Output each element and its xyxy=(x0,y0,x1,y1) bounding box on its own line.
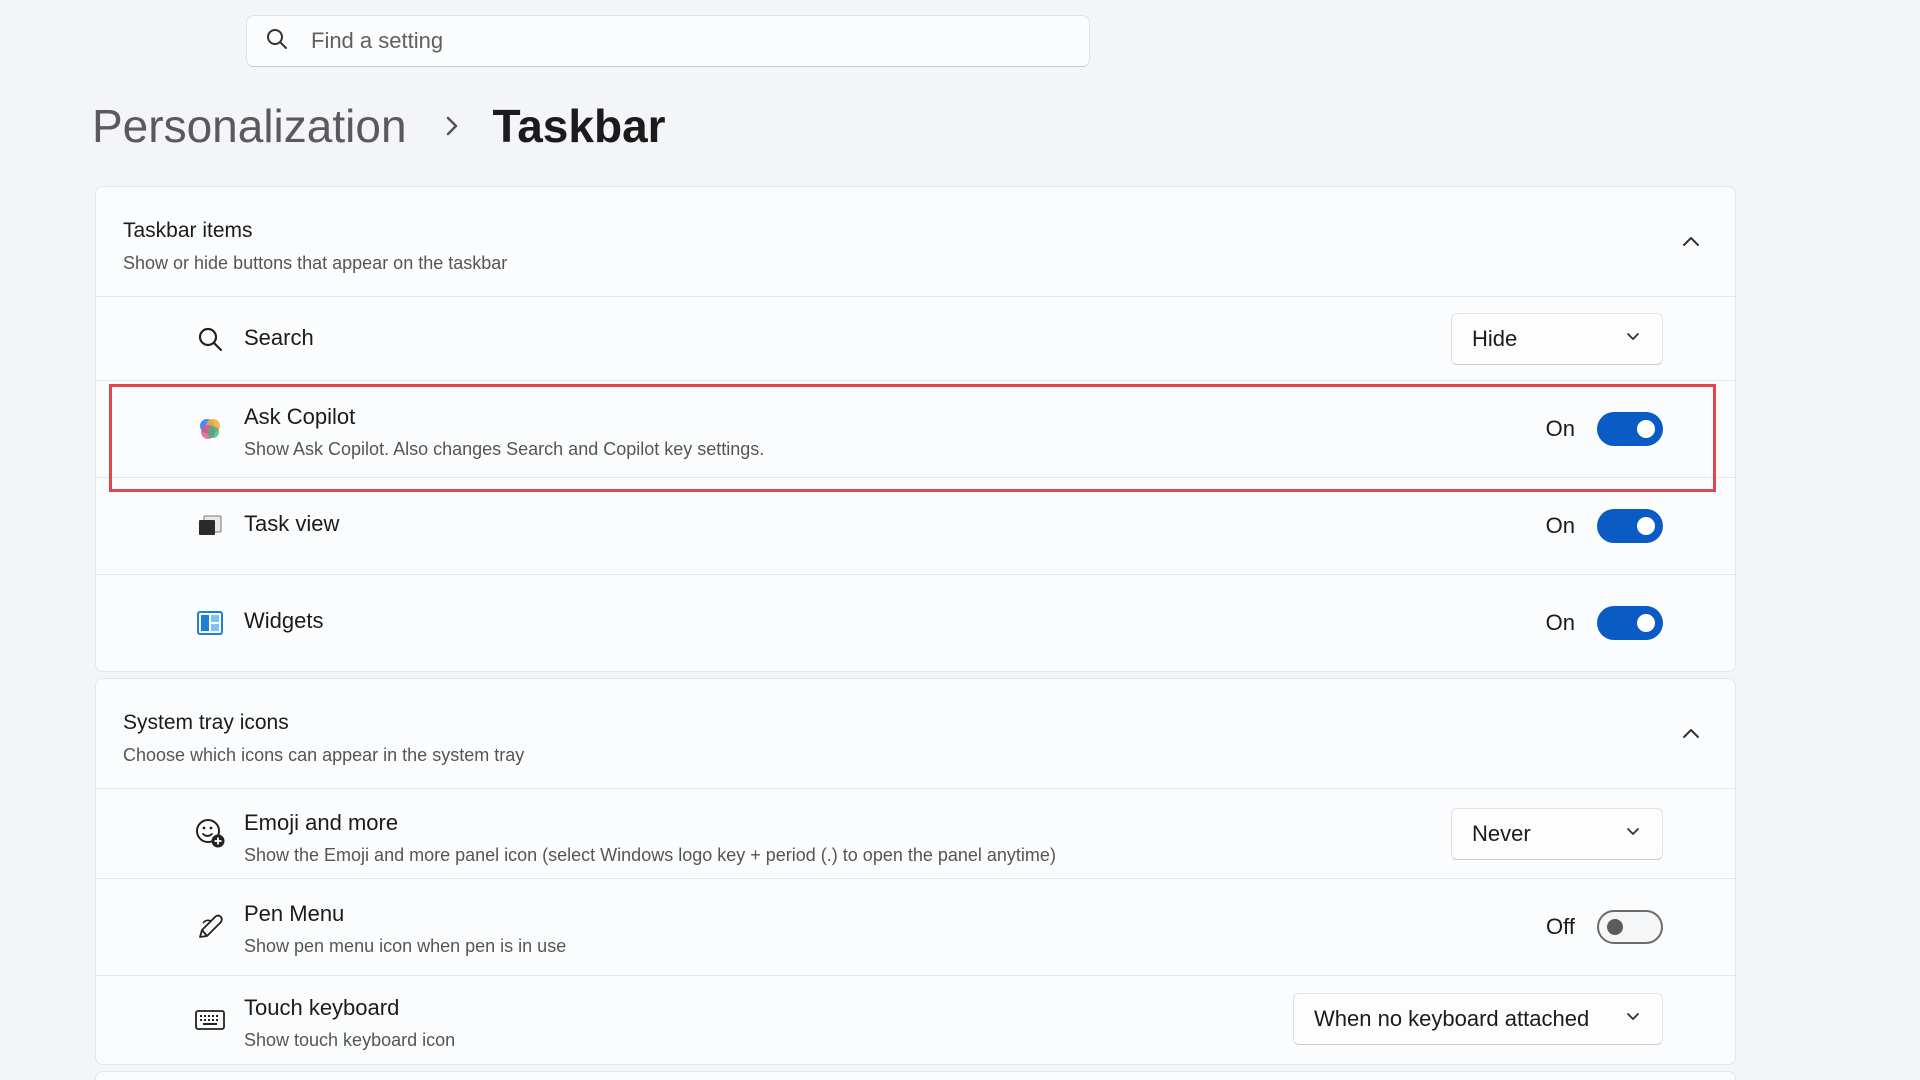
card-subtitle: Choose which icons can appear in the sys… xyxy=(123,745,525,765)
dropdown-value: Hide xyxy=(1472,326,1518,351)
settings-page: Personalization Taskbar Taskbar items Sh… xyxy=(0,0,1920,1080)
task-view-toggle[interactable] xyxy=(1597,509,1663,543)
chevron-down-icon xyxy=(1624,1006,1642,1032)
widgets-toggle[interactable] xyxy=(1597,606,1663,640)
page-title: Taskbar xyxy=(492,100,666,152)
system-tray-header[interactable]: System tray icons Choose which icons can… xyxy=(96,679,1735,789)
toggle-state-label: On xyxy=(1545,416,1575,441)
widgets-icon xyxy=(194,607,226,639)
card-title: System tray icons xyxy=(123,711,289,734)
search-input[interactable] xyxy=(311,28,1011,54)
emoji-icon xyxy=(194,817,226,849)
chevron-down-icon xyxy=(1624,326,1642,352)
search-icon xyxy=(265,27,289,56)
breadcrumb: Personalization Taskbar xyxy=(92,96,666,156)
row-description: Show touch keyboard icon xyxy=(244,1030,456,1050)
row-search: Search Hide xyxy=(96,297,1735,381)
row-title: Widgets xyxy=(244,608,324,633)
taskbar-items-header[interactable]: Taskbar items Show or hide buttons that … xyxy=(96,187,1735,297)
card-title: Taskbar items xyxy=(123,219,253,242)
toggle-state-label: Off xyxy=(1546,914,1575,939)
search-mode-dropdown[interactable]: Hide xyxy=(1451,313,1663,365)
row-title: Pen Menu xyxy=(244,901,345,926)
row-task-view: Task view On xyxy=(96,478,1735,575)
system-tray-card: System tray icons Choose which icons can… xyxy=(95,678,1736,1065)
chevron-up-icon[interactable] xyxy=(1679,230,1703,254)
row-emoji: Emoji and more Show the Emoji and more p… xyxy=(96,789,1735,879)
taskbar-items-card: Taskbar items Show or hide buttons that … xyxy=(95,186,1736,672)
ask-copilot-toggle[interactable] xyxy=(1597,412,1663,446)
card-subtitle: Show or hide buttons that appear on the … xyxy=(123,253,508,273)
row-ask-copilot: Ask Copilot Show Ask Copilot. Also chang… xyxy=(96,381,1735,478)
chevron-right-icon xyxy=(437,111,467,141)
row-title: Touch keyboard xyxy=(244,995,400,1020)
keyboard-icon xyxy=(194,1004,226,1036)
dropdown-value: Never xyxy=(1472,821,1531,846)
toggle-state-label: On xyxy=(1545,610,1575,635)
copilot-icon xyxy=(194,413,226,445)
row-pen-menu: Pen Menu Show pen menu icon when pen is … xyxy=(96,879,1735,976)
row-title: Search xyxy=(244,325,314,350)
row-description: Show the Emoji and more panel icon (sele… xyxy=(244,845,1056,865)
row-widgets: Widgets On xyxy=(96,575,1735,671)
touch-keyboard-dropdown[interactable]: When no keyboard attached xyxy=(1293,993,1663,1045)
row-touch-keyboard: Touch keyboard Show touch keyboard icon … xyxy=(96,976,1735,1064)
pen-menu-toggle[interactable] xyxy=(1597,910,1663,944)
row-description: Show pen menu icon when pen is in use xyxy=(244,936,567,956)
toggle-state-label: On xyxy=(1545,513,1575,538)
row-description: Show Ask Copilot. Also changes Search an… xyxy=(244,439,765,459)
chevron-down-icon xyxy=(1624,821,1642,847)
breadcrumb-parent[interactable]: Personalization xyxy=(92,99,407,153)
chevron-up-icon[interactable] xyxy=(1679,722,1703,746)
search-icon xyxy=(194,323,226,355)
row-title: Task view xyxy=(244,511,340,536)
emoji-visibility-dropdown[interactable]: Never xyxy=(1451,808,1663,860)
row-title: Emoji and more xyxy=(244,810,399,835)
next-card xyxy=(95,1071,1736,1080)
pen-icon xyxy=(194,911,226,943)
row-title: Ask Copilot xyxy=(244,404,356,429)
search-box[interactable] xyxy=(246,15,1090,67)
dropdown-value: When no keyboard attached xyxy=(1314,1006,1590,1031)
task-view-icon xyxy=(194,510,226,542)
